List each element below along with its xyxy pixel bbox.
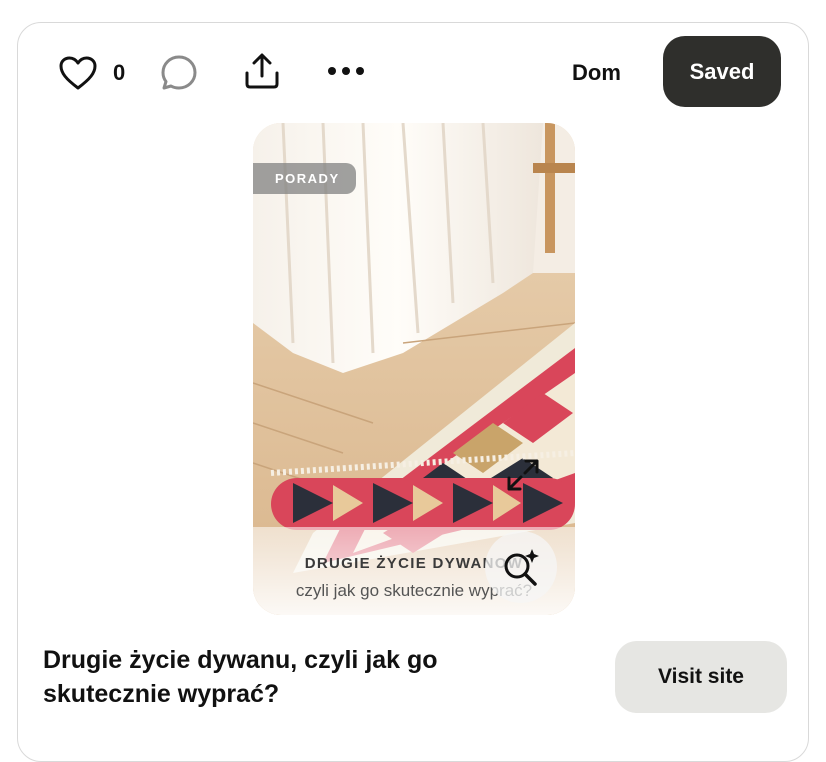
share-icon[interactable]: [240, 49, 284, 93]
pin-title: Drugie życie dywanu, czyli jak go skutec…: [43, 646, 438, 708]
pin-image[interactable]: PORADY DRUGIE ŻYCIE DYWANOW czyli jak go…: [253, 123, 575, 615]
more-icon[interactable]: [324, 55, 368, 87]
heart-icon[interactable]: [58, 53, 98, 93]
expand-icon[interactable]: [501, 453, 545, 497]
comment-icon[interactable]: [158, 51, 200, 95]
category-badge: PORADY: [253, 163, 356, 194]
saved-button[interactable]: Saved: [663, 36, 781, 107]
visual-search-icon[interactable]: [485, 531, 557, 603]
visit-site-button[interactable]: Visit site: [615, 641, 787, 713]
like-count: 0: [113, 60, 126, 85]
pin-toolbar: 0 Dom Saved: [18, 23, 808, 119]
board-selector[interactable]: Dom: [558, 53, 635, 93]
pin-card: 0 Dom Saved PORADY DRUGIE ŻYCIE DYWANOW …: [17, 22, 809, 762]
